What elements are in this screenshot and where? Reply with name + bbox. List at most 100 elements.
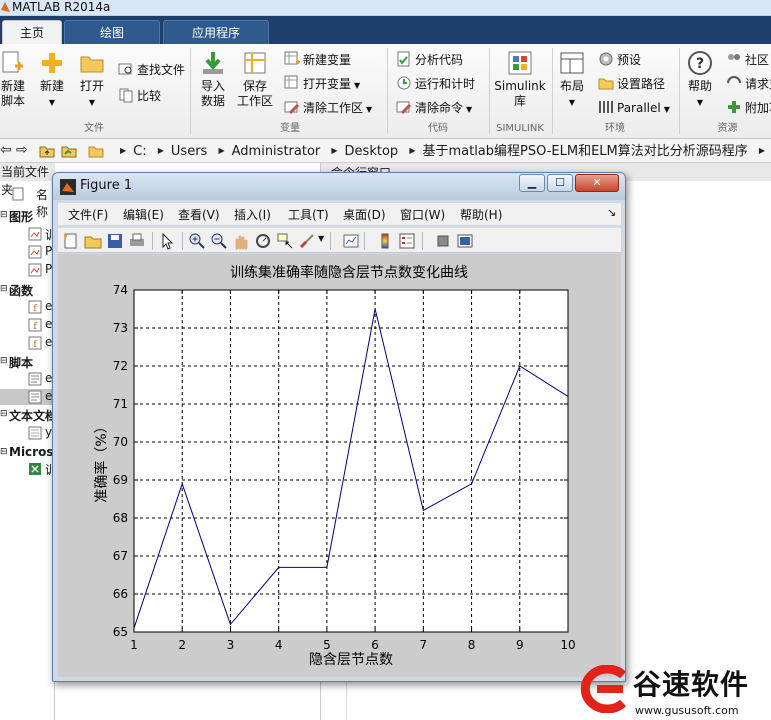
figure-title-bar[interactable]: Figure 1 ▁ ☐ ✕ [53, 173, 625, 200]
menu-file[interactable]: 文件(F) [68, 206, 108, 223]
breadcrumb-item[interactable]: Administrator [232, 144, 321, 159]
new-script-button[interactable]: 新建 脚本 [0, 50, 26, 109]
arrow-pointer-icon[interactable] [158, 232, 176, 250]
list-item[interactable]: y [28, 425, 55, 441]
zoom-in-icon[interactable] [188, 232, 206, 250]
brush-icon[interactable] [298, 232, 316, 250]
colorbar-icon[interactable] [376, 232, 394, 250]
request-support-button[interactable]: 请求支 [726, 74, 771, 94]
show-plot-tools-icon[interactable] [456, 232, 474, 250]
ribbon-tab-bar: 主页 绘图 应用程序 [0, 16, 771, 44]
open-variable-button[interactable]: 打开变量 ▼ [284, 74, 360, 94]
addons-button[interactable]: 附加功 [726, 98, 771, 118]
breadcrumb-item[interactable]: C: [133, 144, 146, 159]
matlab-logo-icon [60, 179, 76, 195]
simulink-library-button[interactable]: Simulink 库 [493, 50, 547, 109]
name-column-header[interactable]: 名称 [0, 185, 55, 219]
list-item[interactable]: fe [28, 299, 55, 315]
breadcrumb-item[interactable]: Users [171, 144, 207, 159]
tab-apps[interactable]: 应用程序 [163, 20, 269, 44]
tab-plots[interactable]: 绘图 [64, 20, 160, 44]
help-button[interactable]: ? 帮助 ▼ [684, 50, 716, 110]
menu-insert[interactable]: 插入(I) [234, 206, 271, 223]
list-item[interactable]: fe [28, 317, 55, 333]
parallel-button[interactable]: Parallel ▼ [598, 98, 670, 118]
import-arrow-icon [203, 52, 223, 74]
watermark: 谷速软件 www.gususoft.com [573, 663, 771, 720]
window-title: MATLAB R2014a [12, 0, 111, 14]
forward-icon[interactable]: ⇨ [16, 142, 28, 158]
close-button[interactable]: ✕ [575, 174, 619, 192]
minimize-button[interactable]: ▁ [519, 174, 545, 192]
line-chart: 训练集准确率随隐含层节点数变化曲线 1 2 3 4 5 6 7 8 9 10 6566676869… [93, 264, 576, 668]
save-icon[interactable] [106, 232, 124, 250]
list-item[interactable]: fe [28, 335, 55, 351]
x-axis-label: 隐含层节点数 [309, 652, 393, 668]
figure-file-icon [28, 227, 42, 241]
text-file-icon [28, 426, 42, 440]
print-icon[interactable] [128, 232, 146, 250]
back-icon[interactable]: ⇦ [0, 142, 12, 158]
new-button[interactable]: 新建 ▼ [38, 50, 66, 110]
import-data-button[interactable]: 导入 数据 [198, 50, 228, 109]
menu-view[interactable]: 查看(V) [178, 206, 220, 223]
list-item[interactable]: P [28, 262, 55, 278]
run-and-time-button[interactable]: 运行和计时 [396, 74, 475, 94]
data-cursor-icon[interactable] [276, 232, 294, 250]
compare-button[interactable]: 比较 [118, 86, 161, 106]
menu-window[interactable]: 窗口(W) [400, 206, 445, 223]
rotate-3d-icon[interactable] [254, 232, 272, 250]
collapse-toggle[interactable]: ⊟ [0, 210, 8, 220]
list-item[interactable]: 训 [28, 461, 57, 477]
pan-hand-icon[interactable] [232, 232, 250, 250]
breadcrumb-item[interactable]: Desktop [345, 144, 399, 159]
browse-folder-icon[interactable] [61, 143, 77, 159]
dock-arrow-icon[interactable]: ↘ [607, 206, 616, 219]
hide-plot-tools-icon[interactable] [434, 232, 452, 250]
collapse-toggle[interactable]: ⊟ [0, 356, 8, 366]
x-tick-label: 9 [516, 638, 524, 652]
open-button[interactable]: 打开 ▼ [78, 50, 106, 110]
find-files-button[interactable]: 查找文件 [118, 60, 185, 80]
preferences-button[interactable]: 预设 [598, 50, 641, 70]
community-button[interactable]: 社区 [726, 50, 769, 70]
x-tick-label: 10 [560, 638, 575, 652]
parallel-icon [599, 101, 613, 113]
file-icon [12, 187, 24, 201]
list-item[interactable]: e [28, 371, 55, 387]
new-variable-button[interactable]: 新建变量 [284, 50, 351, 70]
menu-desktop[interactable]: 桌面(D) [343, 206, 386, 223]
new-script-icon [2, 51, 23, 73]
category-functions: 函数 [9, 284, 34, 298]
request-support-icon [727, 76, 741, 84]
collapse-toggle[interactable]: ⊟ [0, 284, 8, 294]
layout-button[interactable]: 布局 ▼ [557, 50, 587, 110]
link-plot-icon[interactable] [342, 232, 360, 250]
new-figure-icon[interactable] [62, 232, 80, 250]
layout-icon [560, 52, 584, 74]
chevron-down-icon[interactable]: ▼ [318, 234, 324, 243]
analyze-code-button[interactable]: 分析代码 [396, 50, 463, 70]
maximize-button[interactable]: ☐ [547, 174, 573, 192]
tab-home[interactable]: 主页 [2, 20, 62, 44]
open-file-icon[interactable] [84, 232, 102, 250]
up-folder-icon[interactable] [39, 143, 55, 159]
chevron-right-icon: ▶ [758, 146, 766, 155]
find-files-label: 查找文件 [137, 63, 186, 77]
preferences-label: 预设 [617, 53, 642, 67]
legend-icon[interactable] [398, 232, 416, 250]
collapse-toggle[interactable]: ⊟ [0, 409, 8, 419]
set-path-button[interactable]: 设置路径 [598, 74, 665, 94]
clear-commands-button[interactable]: 清除命令 ▼ [396, 98, 472, 118]
menu-tools[interactable]: 工具(T) [288, 206, 329, 223]
clear-workspace-button[interactable]: 清除工作区 ▼ [284, 98, 372, 118]
list-item[interactable]: e [0, 389, 55, 405]
list-item[interactable]: 训 [28, 226, 57, 242]
save-workspace-button[interactable]: 保存 工作区 [236, 50, 274, 109]
collapse-toggle[interactable]: ⊟ [0, 447, 8, 457]
menu-help[interactable]: 帮助(H) [460, 206, 502, 223]
breadcrumb-item[interactable]: 基于matlab编程PSO-ELM和ELM算法对比分析源码程序 [422, 144, 747, 159]
list-item[interactable]: P [28, 244, 55, 260]
menu-edit[interactable]: 编辑(E) [123, 206, 164, 223]
zoom-out-icon[interactable] [210, 232, 228, 250]
